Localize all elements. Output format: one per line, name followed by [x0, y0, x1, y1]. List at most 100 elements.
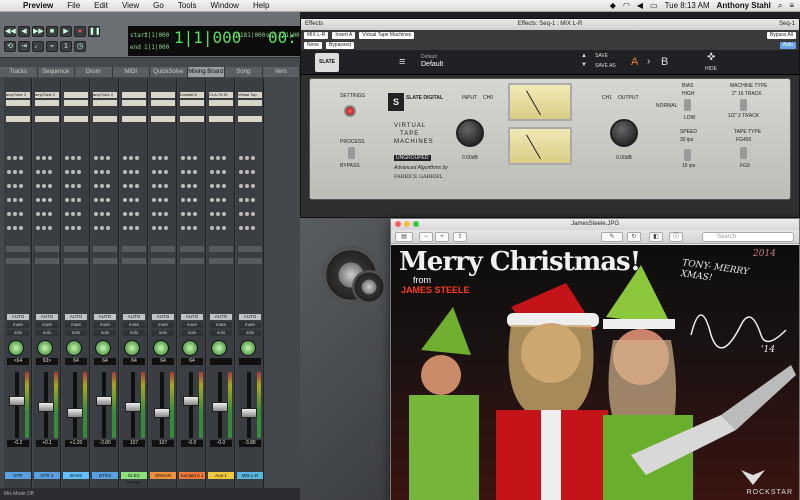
send-row[interactable]: [152, 153, 174, 160]
input-slot[interactable]: [122, 258, 146, 264]
mute-button[interactable]: mute: [181, 322, 203, 328]
track-name[interactable]: Aux-1: [208, 472, 234, 479]
insert-slot-empty[interactable]: [238, 100, 262, 106]
send-row[interactable]: [181, 181, 203, 188]
bypassed-button[interactable]: Bypassed: [325, 41, 354, 49]
send-row[interactable]: [239, 167, 261, 174]
eq-slot[interactable]: [180, 116, 204, 122]
pan-value[interactable]: 64: [181, 358, 203, 365]
tab-quicksolve[interactable]: QuickSolve: [150, 67, 188, 77]
send-row[interactable]: [210, 167, 232, 174]
plugin-select[interactable]: Virtual Tape Machines: [359, 31, 415, 39]
metronome-button[interactable]: ♩: [32, 41, 44, 52]
mute-button[interactable]: mute: [94, 322, 116, 328]
hide-button[interactable]: HIDE: [705, 66, 717, 72]
hide-icon[interactable]: ✜: [707, 52, 715, 63]
menu-file[interactable]: File: [67, 1, 80, 10]
send-row[interactable]: [181, 209, 203, 216]
pan-knob[interactable]: [124, 340, 140, 356]
mute-button[interactable]: mute: [239, 322, 261, 328]
send-row[interactable]: [7, 209, 29, 216]
markup-icon[interactable]: ✎: [601, 232, 623, 242]
send-row[interactable]: [123, 209, 145, 216]
track-name[interactable]: BASS: [63, 472, 89, 479]
pan-knob[interactable]: [182, 340, 198, 356]
record-button[interactable]: ●: [74, 26, 86, 37]
forward-button[interactable]: ▶▶: [32, 26, 44, 37]
volume-fader[interactable]: [154, 408, 170, 418]
wifi-icon[interactable]: ◠: [623, 1, 630, 10]
volume-value[interactable]: -0.0: [210, 440, 232, 447]
insert-slot[interactable]: Kontakt 5: [180, 92, 204, 98]
pan-value[interactable]: [210, 358, 232, 365]
settings-button[interactable]: [344, 105, 356, 117]
insert-slot[interactable]: [122, 92, 146, 98]
output-slot[interactable]: [93, 246, 117, 252]
eq-slot[interactable]: [122, 116, 146, 122]
solo-button[interactable]: solo: [152, 330, 174, 336]
solo-button[interactable]: solo: [239, 330, 261, 336]
insert-slot[interactable]: ampTube 2: [6, 92, 30, 98]
track-name[interactable]: DTR3: [92, 472, 118, 479]
send-row[interactable]: [123, 195, 145, 202]
volume-value[interactable]: -0.2: [7, 440, 29, 447]
preset-select[interactable]: Default: [421, 61, 443, 68]
in-value[interactable]: 181|000: [240, 32, 265, 39]
solo-button[interactable]: solo: [181, 330, 203, 336]
send-row[interactable]: [65, 181, 87, 188]
tab-midi[interactable]: MIDI: [113, 67, 150, 77]
mute-button[interactable]: mute: [123, 322, 145, 328]
send-row[interactable]: [181, 153, 203, 160]
tab-song[interactable]: Song: [225, 67, 263, 77]
volume-fader[interactable]: [241, 408, 257, 418]
send-row[interactable]: [210, 209, 232, 216]
send-row[interactable]: [36, 195, 58, 202]
send-row[interactable]: [36, 167, 58, 174]
send-row[interactable]: [7, 167, 29, 174]
auto-button[interactable]: AUTO: [181, 314, 203, 320]
loop-button[interactable]: ⟲: [4, 41, 16, 52]
menu-user[interactable]: Anthony Stahl: [717, 1, 771, 10]
input-slot[interactable]: [35, 258, 59, 264]
rewind-button[interactable]: ◀◀: [4, 26, 16, 37]
preset-up-icon[interactable]: ▲: [581, 53, 587, 59]
volume-fader[interactable]: [67, 408, 83, 418]
bias-switch[interactable]: [684, 99, 691, 111]
send-row[interactable]: [94, 209, 116, 216]
tab-vers[interactable]: Vers: [263, 67, 300, 77]
send-row[interactable]: [181, 195, 203, 202]
send-row[interactable]: [94, 223, 116, 230]
eq-slot[interactable]: [151, 116, 175, 122]
auto-button[interactable]: AUTO: [65, 314, 87, 320]
menu-view[interactable]: View: [122, 1, 139, 10]
send-row[interactable]: [152, 181, 174, 188]
send-row[interactable]: [94, 167, 116, 174]
volume-value[interactable]: -3.88: [239, 440, 261, 447]
preview-titlebar[interactable]: JamesSteele.JPG: [391, 219, 799, 230]
input-slot[interactable]: [93, 258, 117, 264]
output-slot[interactable]: [35, 246, 59, 252]
send-row[interactable]: [152, 209, 174, 216]
track-select[interactable]: MIX L-R: [304, 31, 329, 39]
grouped-label[interactable]: UNGROUPED: [394, 155, 431, 161]
send-row[interactable]: [36, 181, 58, 188]
zoom-out-icon[interactable]: −: [419, 232, 433, 242]
auto-button[interactable]: AUTO: [123, 314, 145, 320]
send-row[interactable]: [239, 209, 261, 216]
adjust-icon[interactable]: ◧: [649, 232, 663, 242]
pan-value[interactable]: 64: [94, 358, 116, 365]
send-row[interactable]: [94, 181, 116, 188]
auto-select[interactable]: Auto: [779, 41, 796, 49]
a-button[interactable]: A: [631, 56, 638, 68]
output-slot[interactable]: [64, 246, 88, 252]
volume-fader[interactable]: [38, 402, 54, 412]
bypass-all-button[interactable]: Bypass All: [766, 31, 796, 39]
solo-button[interactable]: solo: [36, 330, 58, 336]
input-slot[interactable]: [209, 258, 233, 264]
send-row[interactable]: [7, 195, 29, 202]
send-row[interactable]: [65, 195, 87, 202]
menu-app[interactable]: Preview: [23, 1, 53, 10]
input-slot[interactable]: [6, 258, 30, 264]
solo-button[interactable]: solo: [65, 330, 87, 336]
tape-type-switch[interactable]: [740, 147, 747, 159]
